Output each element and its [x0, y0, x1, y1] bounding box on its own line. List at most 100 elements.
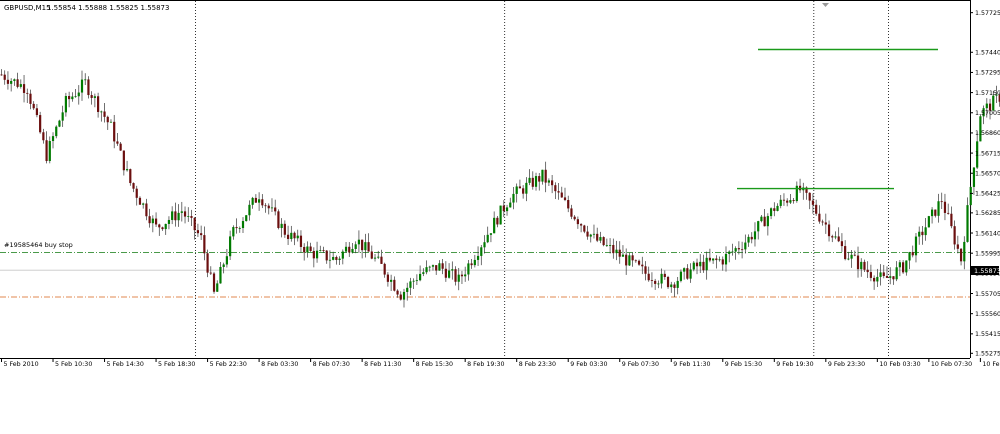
bull-candle: [689, 269, 691, 278]
bear-candle: [42, 132, 44, 140]
price-tick-label: 1.55705: [975, 291, 1000, 298]
bull-candle: [342, 252, 344, 259]
bear-candle: [519, 186, 521, 188]
bull-candle: [661, 274, 663, 284]
bear-candle: [863, 262, 865, 270]
bull-candle: [731, 252, 733, 253]
horizontal-levels: [0, 252, 970, 296]
bear-candle: [277, 211, 279, 228]
bull-candle: [165, 224, 167, 229]
time-tick-label: 10 Feb 03:30: [879, 361, 920, 368]
bear-candle: [210, 273, 212, 274]
bear-candle: [822, 222, 824, 223]
bear-candle: [570, 208, 572, 216]
bull-candle: [432, 265, 434, 267]
bear-candle: [912, 252, 914, 255]
bull-candle: [126, 169, 128, 170]
bull-candle: [345, 247, 347, 252]
bull-candle: [258, 199, 260, 202]
bear-candle: [174, 211, 176, 220]
bull-candle: [229, 236, 231, 256]
bear-candle: [538, 176, 540, 182]
bear-candle: [348, 247, 350, 253]
bull-candle: [110, 122, 112, 123]
time-tick-label: 8 Feb 23:30: [519, 361, 556, 368]
price-chart[interactable]: GBPUSD,M15 1.55854 1.55888 1.55825 1.558…: [0, 0, 1000, 430]
bull-candle: [683, 268, 685, 271]
time-tick-label: 5 Feb 10:30: [55, 361, 92, 368]
bull-candle: [516, 186, 518, 193]
bull-candle: [474, 260, 476, 265]
time-tick-label: 8 Feb 19:30: [467, 361, 504, 368]
bear-candle: [941, 201, 943, 202]
bear-candle: [26, 93, 28, 94]
bull-candle: [364, 242, 366, 250]
bear-candle: [400, 295, 402, 300]
bull-candle: [329, 260, 331, 261]
bear-candle: [129, 169, 131, 183]
bull-candle: [535, 176, 537, 187]
bull-candle: [928, 216, 930, 227]
bull-candle: [541, 170, 543, 182]
bull-candle: [316, 251, 318, 259]
time-tick-label: 10 Feb 07:30: [931, 361, 972, 368]
bear-candle: [947, 213, 949, 214]
bear-candle: [567, 200, 569, 208]
bull-candle: [905, 260, 907, 272]
bear-candle: [715, 259, 717, 261]
bear-candle: [313, 251, 315, 258]
bull-candle: [223, 264, 225, 266]
time-tick-label: 10 Feb 11:30: [982, 361, 1000, 368]
bear-candle: [818, 214, 820, 222]
trendline-objects[interactable]: [737, 49, 938, 188]
bull-candle: [593, 234, 595, 235]
bear-candle: [635, 260, 637, 261]
bear-candle: [892, 276, 894, 279]
chart-window[interactable]: GBPUSD,M15 1.55854 1.55888 1.55825 1.558…: [0, 0, 1000, 430]
bear-candle: [838, 236, 840, 241]
bull-candle: [889, 276, 891, 278]
bear-candle: [557, 191, 559, 192]
bull-candle: [152, 219, 154, 224]
bear-candle: [68, 96, 70, 99]
bear-candle: [132, 183, 134, 189]
bull-candle: [615, 250, 617, 253]
chart-shift-icon[interactable]: [822, 3, 829, 7]
bull-candle: [744, 243, 746, 250]
price-tick-label: 1.55275: [975, 351, 1000, 358]
bear-candle: [583, 226, 585, 232]
bear-candle: [722, 259, 724, 264]
bear-candle: [36, 108, 38, 115]
bull-candle: [422, 272, 424, 274]
bull-candle: [963, 242, 965, 261]
bear-candle: [371, 252, 373, 259]
bull-candle: [413, 281, 415, 282]
bear-candle: [0, 75, 2, 76]
bear-candle: [751, 237, 753, 239]
time-tick-label: 5 Feb 14:30: [107, 361, 144, 368]
bull-candle: [239, 228, 241, 229]
bear-candle: [45, 140, 47, 161]
bear-candle: [934, 210, 936, 216]
bear-candle: [310, 247, 312, 251]
bear-candle: [870, 272, 872, 278]
bear-candle: [17, 79, 19, 87]
bear-candle: [841, 241, 843, 246]
bear-candle: [944, 202, 946, 213]
bear-candle: [696, 263, 698, 267]
bear-candle: [580, 224, 582, 225]
bear-candle: [145, 203, 147, 216]
bear-candle: [886, 276, 888, 278]
bear-candle: [564, 197, 566, 200]
bull-candle: [100, 111, 102, 112]
bear-candle: [384, 264, 386, 275]
bull-candle: [915, 237, 917, 256]
bull-candle: [78, 93, 80, 97]
bull-candle: [760, 217, 762, 221]
bear-candle: [123, 151, 125, 171]
bull-candle: [178, 213, 180, 220]
bull-candle: [458, 275, 460, 282]
bull-candle: [706, 258, 708, 270]
time-tick-label: 5 Feb 2010: [4, 361, 39, 368]
bull-candle: [480, 247, 482, 256]
